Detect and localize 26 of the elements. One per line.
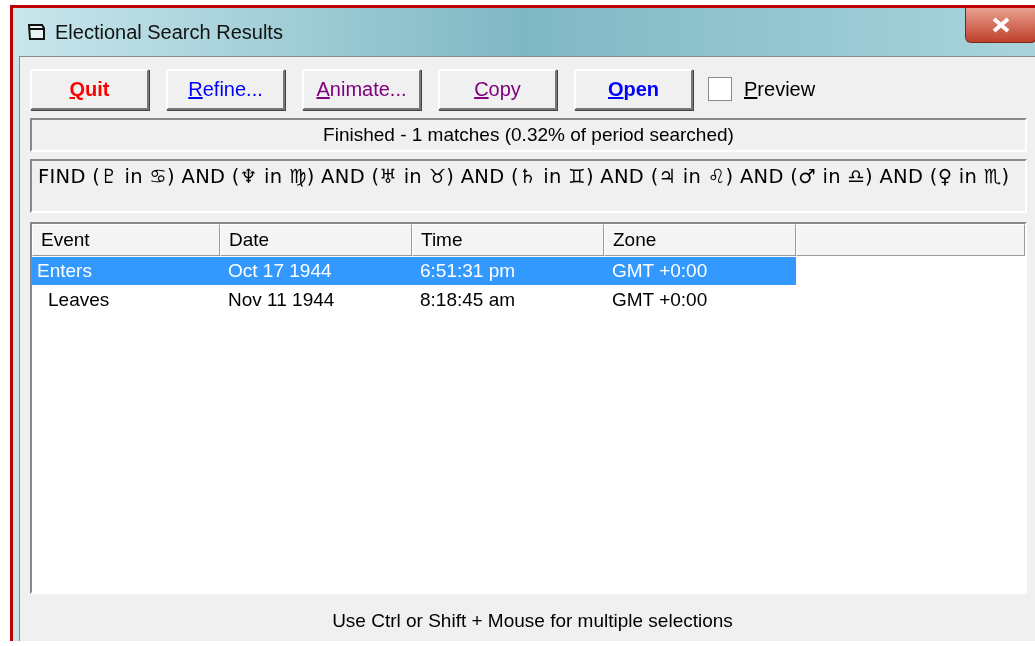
column-header[interactable]: Date (220, 224, 412, 256)
window-title: Electional Search Results (55, 20, 283, 44)
query-text: FIND (♇ in ♋) AND (♆ in ♍) AND (♅ in ♉) AND (♄ in ♊) AND (♃ in ♌) AND (♂ in ♎) AND (♀ in ♏) (30, 159, 1027, 213)
toolbar-button[interactable]: Copy (438, 68, 557, 110)
table-cell-text: 6:51:31 pm (419, 259, 517, 283)
preview-checkbox[interactable]: Preview (708, 77, 816, 101)
table-cell-text: Oct 17 1944 (227, 259, 333, 283)
toolbar-button[interactable]: Animate... (302, 68, 421, 110)
window-icon (27, 23, 47, 41)
table-cell-text: Enters (36, 259, 93, 283)
toolbar-button[interactable]: Open (574, 68, 693, 110)
column-header[interactable]: Event (32, 224, 220, 256)
status-text: Finished - 1 matches (0.32% of period searched) (30, 118, 1027, 152)
table-cell-text: GMT +0:00 (611, 259, 709, 283)
column-header[interactable]: Zone (604, 224, 796, 256)
table-cell-text: GMT +0:00 (611, 288, 709, 312)
toolbar-button[interactable]: Refine... (166, 68, 285, 110)
close-icon (992, 17, 1010, 33)
close-button[interactable] (965, 8, 1035, 43)
table-cell-text: 8:18:45 am (419, 288, 517, 312)
column-header[interactable]: Time (412, 224, 604, 256)
result-row[interactable]: Leaves Nov 11 1944 8:18:45 am GMT +0:00 (32, 286, 796, 314)
table-cell-text: Nov 11 1944 (227, 288, 336, 312)
table-cell-text: Leaves (47, 288, 111, 312)
toolbar-button[interactable]: Quit (30, 68, 149, 110)
hint-text: Use Ctrl or Shift + Mouse for multiple selections (331, 609, 734, 633)
